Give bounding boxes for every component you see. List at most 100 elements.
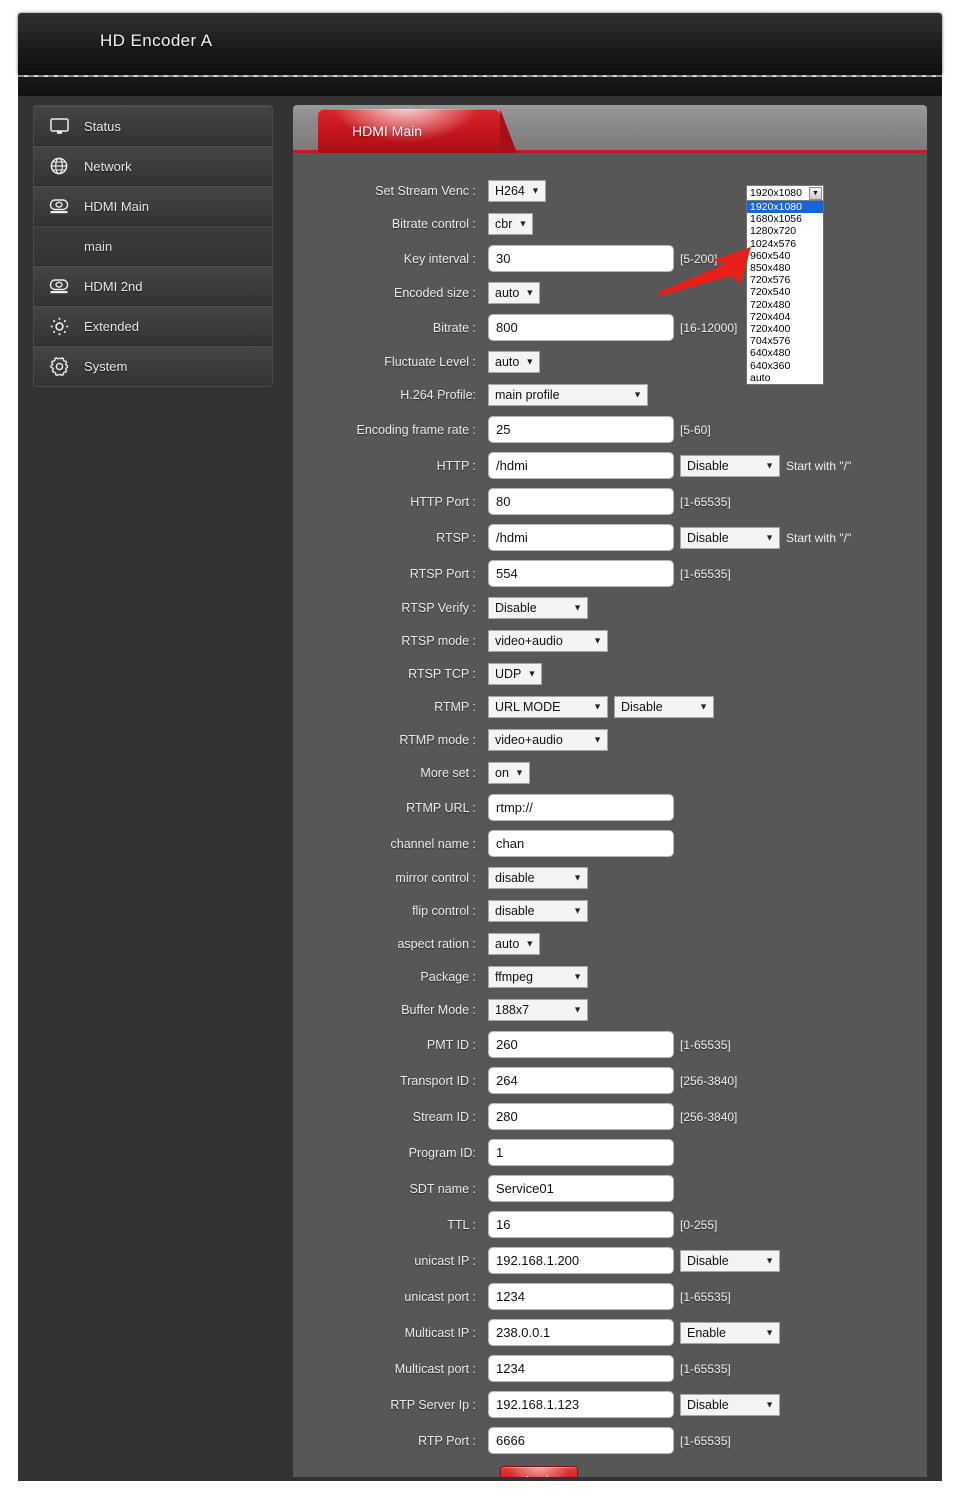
dropdown-select[interactable]: auto ▼: [488, 282, 541, 304]
form-row-control: UDP ▼: [488, 663, 543, 685]
resolution-option-list[interactable]: 1920x1080 1680x1056 1280x720 1024x576 960x54…: [746, 201, 824, 386]
text-input[interactable]: [488, 1355, 674, 1382]
tab-hdmi-main[interactable]: HDMI Main: [318, 109, 517, 153]
dropdown-select[interactable]: auto ▼: [488, 933, 541, 955]
text-input[interactable]: [488, 1391, 674, 1418]
dropdown-select[interactable]: UDP ▼: [488, 663, 543, 685]
dropdown-select[interactable]: URL MODE ▼: [488, 696, 608, 718]
resolution-option[interactable]: 720x540: [747, 286, 823, 298]
resolution-option[interactable]: 720x576: [747, 274, 823, 286]
resolution-dropdown[interactable]: 1920x1080 ▼ 1920x1080 1680x1056 1280x720 10…: [746, 185, 824, 386]
sidebar-subitem-main[interactable]: main: [34, 226, 272, 266]
text-input[interactable]: [488, 1247, 674, 1274]
apply-button[interactable]: Apply: [500, 1466, 578, 1477]
resolution-option[interactable]: 1680x1056: [747, 213, 823, 225]
dropdown-select[interactable]: 188x7 ▼: [488, 999, 588, 1021]
dropdown-select[interactable]: video+audio ▼: [488, 729, 608, 751]
sidebar-item-hdmi-2nd[interactable]: HDMI 2nd: [34, 266, 272, 306]
resolution-option[interactable]: 640x480: [747, 347, 823, 359]
chevron-down-icon: ▼: [573, 872, 582, 883]
sidebar-item-system[interactable]: System: [34, 346, 272, 386]
text-input[interactable]: [488, 1427, 674, 1454]
form-row: unicast port : [1-65535]: [293, 1283, 927, 1310]
enable-disable-select[interactable]: Disable ▼: [680, 526, 780, 549]
form-row: channel name :: [293, 830, 927, 857]
text-input[interactable]: [488, 314, 674, 341]
text-input[interactable]: [488, 1283, 674, 1310]
form-row-control: [488, 1175, 674, 1202]
resolution-option[interactable]: auto: [747, 372, 823, 384]
text-input[interactable]: [488, 416, 674, 443]
app-header: HD Encoder A: [18, 13, 942, 75]
form-row-control: Disable ▼ Start with "/": [488, 452, 851, 479]
form-row: Multicast IP : Enable ▼: [293, 1319, 927, 1346]
resolution-option[interactable]: 720x400: [747, 323, 823, 335]
enable-disable-select[interactable]: Disable ▼: [680, 1249, 780, 1272]
field-range-hint: [256-3840]: [680, 1109, 738, 1124]
dropdown-select[interactable]: on ▼: [488, 762, 530, 784]
field-range-hint: [5-60]: [680, 422, 711, 437]
sidebar-item-status[interactable]: Status: [34, 106, 272, 146]
form-row-label: RTMP :: [434, 700, 476, 714]
dropdown-select[interactable]: disable ▼: [488, 867, 588, 889]
text-input[interactable]: [488, 1103, 674, 1130]
dropdown-select[interactable]: video+audio ▼: [488, 630, 608, 652]
select-value: video+audio: [495, 733, 563, 747]
dropdown-select[interactable]: main profile ▼: [488, 384, 648, 406]
resolution-option[interactable]: 960x540: [747, 250, 823, 262]
text-input[interactable]: [488, 452, 674, 479]
enable-disable-select[interactable]: Disable ▼: [614, 696, 714, 718]
dropdown-select[interactable]: Disable ▼: [488, 597, 588, 619]
resolution-option[interactable]: 704x576: [747, 335, 823, 347]
enable-disable-select[interactable]: Disable ▼: [680, 454, 780, 477]
chevron-down-icon: ▼: [765, 1327, 774, 1337]
text-input[interactable]: [488, 794, 674, 821]
text-input[interactable]: [488, 1211, 674, 1238]
dropdown-select[interactable]: cbr ▼: [488, 213, 534, 235]
text-input[interactable]: [488, 1067, 674, 1094]
resolution-option[interactable]: 720x480: [747, 299, 823, 311]
resolution-option[interactable]: 1920x1080: [747, 201, 823, 214]
text-input[interactable]: [488, 1175, 674, 1202]
resolution-option[interactable]: 640x360: [747, 360, 823, 372]
text-input[interactable]: [488, 1139, 674, 1166]
dropdown-select[interactable]: H264 ▼: [488, 180, 546, 202]
select-value: auto: [495, 355, 520, 369]
resolution-option[interactable]: 850x480: [747, 262, 823, 274]
form-row: aspect ration : auto ▼: [293, 932, 927, 956]
sidebar-item-network[interactable]: Network: [34, 146, 272, 186]
form-row: flip control : disable ▼: [293, 899, 927, 923]
text-input[interactable]: [488, 488, 674, 515]
form-row-label: RTSP Verify :: [401, 601, 476, 615]
text-input[interactable]: [488, 560, 674, 587]
sidebar-subitem-label: main: [84, 238, 113, 254]
dropdown-select[interactable]: disable ▼: [488, 900, 588, 922]
enable-disable-select[interactable]: Enable ▼: [680, 1321, 780, 1344]
sidebar-item-hdmi-main[interactable]: HDMI Main: [34, 186, 272, 226]
sidebar-item-label: Extended: [84, 318, 139, 334]
resolution-option[interactable]: 1280x720: [747, 225, 823, 237]
form-row: RTMP mode : video+audio ▼: [293, 728, 927, 752]
enable-disable-select[interactable]: Disable ▼: [680, 1393, 780, 1416]
dropdown-select[interactable]: ffmpeg ▼: [488, 966, 588, 988]
chevron-down-icon[interactable]: ▼: [809, 187, 822, 200]
sidebar-item-extended[interactable]: Extended: [34, 306, 272, 346]
resolution-option[interactable]: 1024x576: [747, 238, 823, 250]
select-value: Enable: [687, 1325, 726, 1340]
chevron-down-icon: ▼: [593, 701, 602, 712]
text-input[interactable]: [488, 524, 674, 551]
field-range-hint: [5-200]: [680, 251, 718, 266]
text-input[interactable]: [488, 245, 674, 272]
form-row: SDT name :: [293, 1175, 927, 1202]
text-input[interactable]: [488, 1319, 674, 1346]
text-input[interactable]: [488, 830, 674, 857]
dropdown-select[interactable]: auto ▼: [488, 351, 541, 373]
resolution-dropdown-head[interactable]: 1920x1080 ▼: [746, 185, 824, 201]
select-value: Disable: [621, 700, 663, 714]
select-value: URL MODE: [495, 700, 561, 714]
select-value: UDP: [495, 667, 522, 681]
select-value: disable: [495, 871, 535, 885]
resolution-option[interactable]: 720x404: [747, 311, 823, 323]
text-input[interactable]: [488, 1031, 674, 1058]
form-row-control: disable ▼: [488, 900, 588, 922]
